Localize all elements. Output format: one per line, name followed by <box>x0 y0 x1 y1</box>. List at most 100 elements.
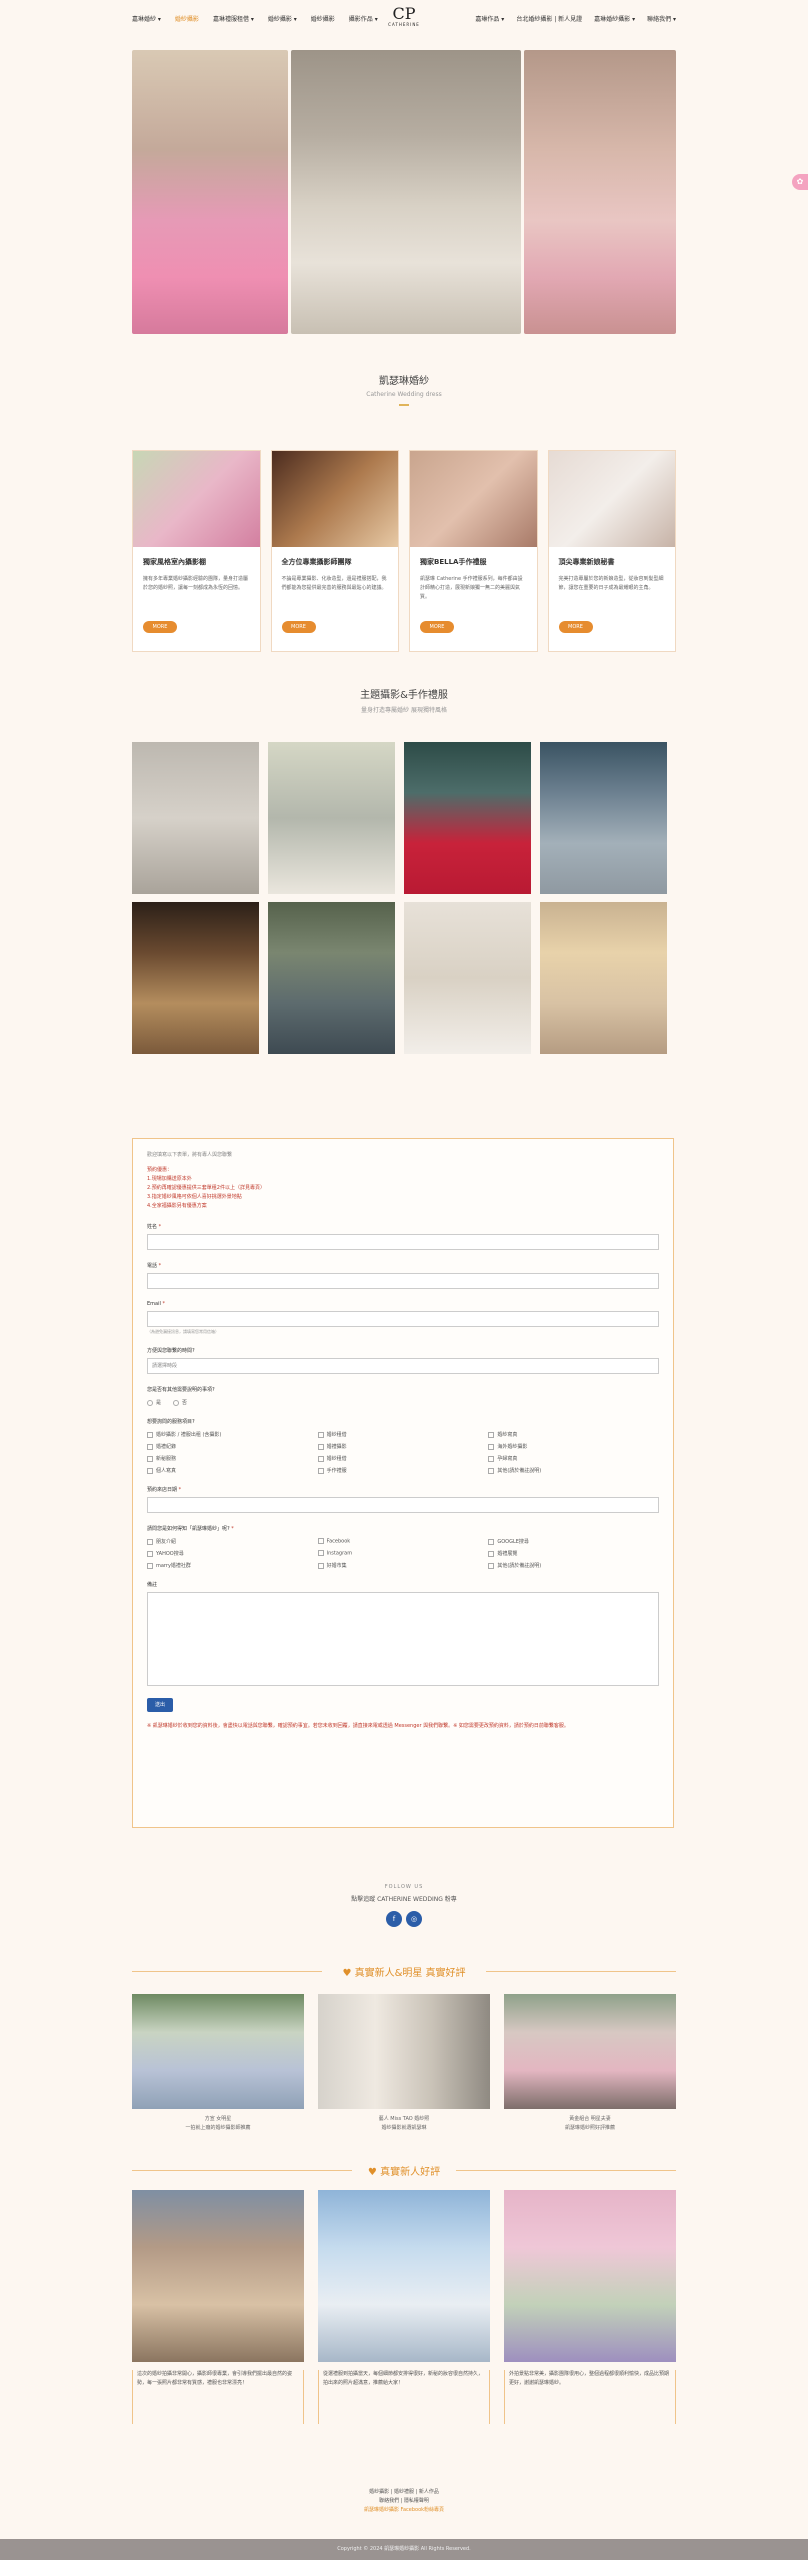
review-image[interactable] <box>318 2190 490 2362</box>
card-image[interactable] <box>548 451 675 547</box>
checkbox-icon <box>488 1455 495 1462</box>
facebook-icon[interactable]: f <box>386 1911 402 1927</box>
footer-link-row[interactable]: 聯絡我們 | 隱私權聲明 <box>0 2497 808 2506</box>
source-label-text: 請問您是如何得知「凱瑟琳婚紗」呢? <box>147 1526 230 1532</box>
service-option[interactable]: 個人寫真 <box>147 1467 318 1474</box>
source-option[interactable]: 婚禮展覽 <box>488 1550 659 1557</box>
service-option[interactable]: 手作禮服 <box>317 1467 489 1474</box>
logo[interactable]: CP CATHERINE <box>384 6 424 28</box>
time-select[interactable]: 請選擇時段 <box>147 1358 659 1374</box>
source-option[interactable]: Facebook <box>317 1538 489 1545</box>
review-caption: 黃金組合 明星夫妻 凱瑟琳婚紗照好評推薦 <box>564 2116 615 2131</box>
review-card: 這次的婚紗拍攝非常開心，攝影師很專業，會引導我們擺出最自然的姿勢，每一張照片都非… <box>132 2190 304 2424</box>
radio-option-yes[interactable]: 是 <box>147 1399 161 1406</box>
service-option[interactable]: 婚紗寫真 <box>488 1431 659 1438</box>
hero-image-white-gown[interactable] <box>291 50 521 334</box>
radio-label: 否 <box>182 1400 188 1406</box>
review-image[interactable] <box>504 1994 676 2109</box>
form-footnote: ※ 凱瑟琳婚紗於收到您的資料後，會盡快以電話與您聯繫，確認預約事宜。若您未收到回… <box>147 1723 569 1729</box>
source-option[interactable]: 好婚市集 <box>317 1562 489 1569</box>
service-option[interactable]: 海外婚紗攝影 <box>488 1443 659 1450</box>
service-option[interactable]: 其他(請於備註說明) <box>488 1467 659 1474</box>
nav-item-gown-rental[interactable]: 嘉琳禮服租借 ▾ <box>213 14 254 23</box>
source-label-item: 好婚市集 <box>326 1563 347 1569</box>
checkbox-icon <box>147 1562 153 1569</box>
name-field[interactable] <box>147 1234 659 1250</box>
submit-button[interactable]: 送出 <box>147 1698 173 1712</box>
nav-item-photo-2[interactable]: 婚紗攝影 ▾ <box>268 14 297 23</box>
celebrity-reviews: 方宣 女明星 一拍就上癮的婚紗攝影師推薦 藝人 Miss TAO 婚紗照 婚紗攝影就… <box>132 1994 676 2133</box>
more-button[interactable]: MORE <box>143 621 177 633</box>
checkbox-icon <box>147 1455 153 1462</box>
review-image[interactable] <box>132 2190 304 2362</box>
card-image[interactable] <box>410 451 537 547</box>
gallery-image[interactable] <box>540 742 667 894</box>
gallery-image[interactable] <box>268 902 395 1054</box>
nav-item-contact[interactable]: 聯絡我們 ▾ <box>647 14 676 23</box>
phone-label-text: 電話 <box>147 1263 158 1269</box>
gallery-image[interactable] <box>540 902 667 1054</box>
source-option[interactable]: Instagram <box>317 1550 489 1557</box>
service-option[interactable]: 婚紗租借 <box>317 1455 489 1462</box>
service-option[interactable]: 新秘服務 <box>147 1455 318 1462</box>
nav-item-photography[interactable]: 婚紗攝影 <box>175 14 199 23</box>
radio-icon <box>173 1399 180 1406</box>
contact-label: 您是否有其他需要說明的事項? <box>147 1387 215 1393</box>
gallery-image[interactable] <box>404 902 531 1054</box>
side-float-tab[interactable]: ✿ <box>792 174 808 190</box>
nav-right: 嘉琳作品 ▾ 台北婚紗攝影 | 新人見證 嘉琳婚紗攝影 ▾ 聯絡我們 ▾ <box>475 14 676 23</box>
source-option[interactable]: GOOGLE搜尋 <box>488 1538 659 1545</box>
nav-item-photo-3[interactable]: 婚紗攝影 <box>311 14 335 23</box>
review-image[interactable] <box>132 1994 304 2109</box>
source-option[interactable]: YAHOO搜尋 <box>147 1550 318 1557</box>
notes-textarea[interactable] <box>147 1592 659 1686</box>
name-label-text: 姓名 <box>147 1224 158 1230</box>
card-image[interactable] <box>133 451 260 547</box>
more-button[interactable]: MORE <box>281 621 316 633</box>
review-image[interactable] <box>504 2190 676 2362</box>
offer-line: 2.預約再確認優惠提供三套單租2件以上（詳見專頁） <box>147 1185 265 1191</box>
gallery-image[interactable] <box>404 742 531 894</box>
email-help: （為避免漏接訊息，請填寫您常用信箱） <box>147 1329 219 1334</box>
card-image[interactable] <box>271 451 398 547</box>
footer-facebook-link[interactable]: 凱瑟琳婚紗攝影 Facebook粉絲專頁 <box>0 2506 808 2515</box>
service-option[interactable]: 孕婦寫真 <box>488 1455 659 1462</box>
feature-card: 全方位專業攝影師團隊 不論是專業攝影、化妝造型，還是禮服搭配，我們都能為您提供最… <box>270 450 399 652</box>
checkbox-icon <box>147 1467 153 1474</box>
nav-item-testimonials[interactable]: 台北婚紗攝影 | 新人見證 <box>516 14 582 23</box>
source-option[interactable]: marry婚禮社群 <box>147 1562 318 1569</box>
nav-item-works[interactable]: 攝影作品 ▾ <box>349 14 378 23</box>
instagram-icon[interactable]: ◎ <box>406 1911 422 1927</box>
service-option[interactable]: 婚紗租借 <box>317 1431 489 1438</box>
top-nav: 嘉琳婚紗 ▾ 婚紗攝影 嘉琳禮服租借 ▾ 婚紗攝影 ▾ 婚紗攝影 攝影作品 ▾ … <box>0 0 808 40</box>
source-option[interactable]: 朋友介紹 <box>147 1538 318 1545</box>
service-option[interactable]: 婚禮攝影 <box>317 1443 489 1450</box>
gallery-image[interactable] <box>268 742 395 894</box>
nav-item-portfolio[interactable]: 嘉琳作品 ▾ <box>475 14 504 23</box>
email-label-text: Email <box>147 1301 161 1307</box>
service-label: 婚紗租借 <box>326 1432 347 1438</box>
hero-image-pink-gown[interactable] <box>132 50 288 334</box>
nav-item-studio[interactable]: 嘉琳婚紗攝影 ▾ <box>594 14 635 23</box>
source-option[interactable]: 其他(請於備註說明) <box>488 1562 659 1569</box>
nav-item-wedding[interactable]: 嘉琳婚紗 ▾ <box>132 14 161 23</box>
email-field[interactable] <box>147 1311 659 1327</box>
source-label-item: 朋友介紹 <box>156 1539 177 1545</box>
checkbox-icon <box>317 1467 324 1474</box>
date-field[interactable] <box>147 1497 659 1513</box>
more-button[interactable]: MORE <box>558 621 593 633</box>
footer-link-row[interactable]: 婚紗攝影 | 婚紗禮服 | 新人作品 <box>0 2488 808 2497</box>
gallery-image[interactable] <box>132 742 259 894</box>
email-label: Email * <box>147 1301 659 1307</box>
service-option[interactable]: 婚紗攝影 / 禮服出租 (含攝影) <box>147 1431 318 1438</box>
radio-option-no[interactable]: 否 <box>173 1399 187 1406</box>
service-label: 個人寫真 <box>156 1468 177 1474</box>
more-button[interactable]: MORE <box>420 621 454 633</box>
hero-image-blush-gown[interactable] <box>524 50 676 334</box>
service-option[interactable]: 婚禮紀錄 <box>147 1443 318 1450</box>
gallery-image[interactable] <box>132 902 259 1054</box>
review-image[interactable] <box>318 1994 490 2109</box>
phone-field[interactable] <box>147 1273 659 1289</box>
service-label: 新秘服務 <box>156 1456 177 1462</box>
follow-title: FOLLOW US <box>384 1884 424 1890</box>
